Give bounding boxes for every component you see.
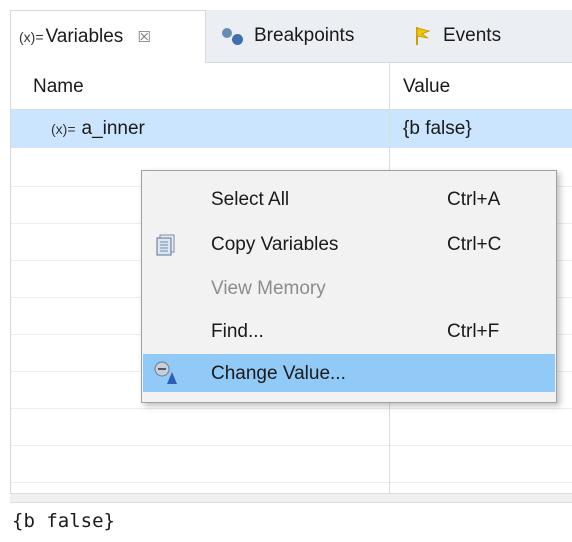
tab-breakpoints[interactable]: Breakpoints bbox=[220, 10, 354, 62]
menu-item-change-value[interactable]: Change Value... bbox=[143, 354, 555, 392]
menu-item-view-memory[interactable]: View Memory bbox=[143, 269, 555, 307]
tab-strip: (x)= Variables ☒ Breakpoints Events bbox=[10, 10, 572, 63]
table-row[interactable]: (x)= a_inner {b false} bbox=[11, 110, 572, 148]
grid-line bbox=[11, 408, 572, 409]
variables-icon: (x)= bbox=[19, 29, 44, 45]
menu-item-label: View Memory bbox=[211, 278, 326, 299]
row-name-cell: (x)= a_inner bbox=[51, 118, 145, 140]
menu-item-shortcut: Ctrl+A bbox=[447, 189, 501, 210]
row-name: a_inner bbox=[81, 118, 145, 139]
variable-icon: (x)= bbox=[51, 121, 76, 137]
menu-item-shortcut: Ctrl+F bbox=[447, 321, 500, 342]
menu-item-label: Select All bbox=[211, 189, 290, 210]
tab-variables[interactable]: (x)= Variables ☒ bbox=[10, 10, 206, 63]
grid-line bbox=[11, 445, 572, 446]
change-value-icon bbox=[154, 361, 177, 384]
column-header-name[interactable]: Name bbox=[33, 76, 84, 98]
table-header: Name Value bbox=[11, 63, 572, 110]
grid-line bbox=[11, 482, 572, 483]
menu-item-select-all[interactable]: Select All Ctrl+A bbox=[143, 180, 555, 218]
menu-item-copy-variables[interactable]: Copy Variables Ctrl+C bbox=[143, 225, 555, 263]
context-menu: Select All Ctrl+A Copy Variables Ctrl+C … bbox=[141, 170, 557, 403]
copy-icon bbox=[156, 234, 175, 256]
row-value: {b false} bbox=[403, 118, 472, 139]
menu-item-label: Find... bbox=[211, 321, 264, 342]
variables-view: (x)= Variables ☒ Breakpoints Events Name… bbox=[0, 0, 572, 542]
flag-icon bbox=[416, 27, 431, 45]
menu-item-label: Copy Variables bbox=[211, 234, 339, 255]
detail-pane-sash[interactable] bbox=[10, 493, 572, 503]
tab-events[interactable]: Events bbox=[413, 10, 501, 62]
breakpoints-icon bbox=[220, 26, 248, 46]
column-header-value[interactable]: Value bbox=[403, 76, 450, 98]
tab-breakpoints-label: Breakpoints bbox=[254, 25, 355, 46]
tab-events-label: Events bbox=[443, 25, 502, 46]
close-icon[interactable]: ☒ bbox=[137, 28, 150, 46]
tab-variables-label: Variables bbox=[45, 26, 124, 47]
menu-item-find[interactable]: Find... Ctrl+F bbox=[143, 312, 555, 350]
menu-item-label: Change Value... bbox=[211, 363, 346, 384]
detail-pane-value[interactable]: {b false} bbox=[12, 510, 115, 532]
menu-item-shortcut: Ctrl+C bbox=[447, 234, 502, 255]
